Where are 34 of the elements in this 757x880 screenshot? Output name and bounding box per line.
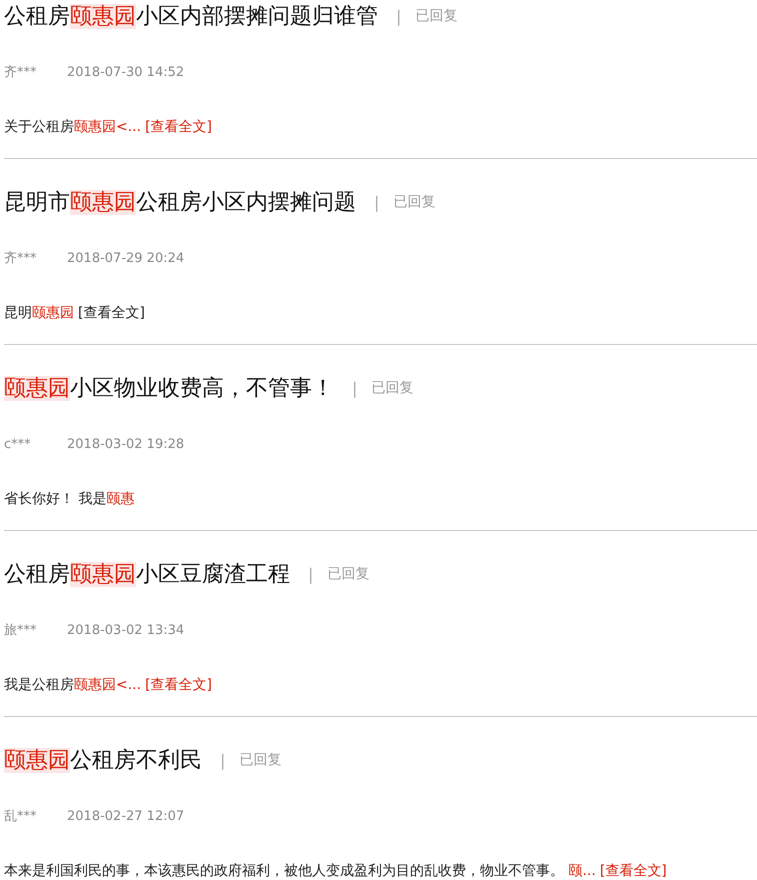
post-excerpt: 昆明颐惠园 [查看全文] (4, 304, 146, 323)
post-title-link[interactable]: 昆明市颐惠园公租房小区内摆摊问题 (4, 187, 356, 217)
read-more-link[interactable]: [查看全文] (600, 863, 667, 879)
separator: | (352, 378, 358, 398)
post-date: 2018-07-30 14:52 (67, 64, 184, 82)
separator: | (374, 192, 380, 212)
reply-status: 已回复 (371, 379, 414, 397)
post-date: 2018-07-29 20:24 (67, 250, 184, 268)
read-more-link[interactable]: [查看全文] (78, 305, 145, 321)
author-name: c*** (4, 436, 32, 454)
post-title-link[interactable]: 颐惠园小区物业收费高，不管事！ (4, 373, 334, 403)
author-name: 齐*** (4, 250, 38, 268)
author-name: 旅*** (4, 622, 38, 640)
post-title-link[interactable]: 公租房颐惠园小区内部摆摊问题归谁管 (4, 1, 378, 31)
read-more-link[interactable]: [查看全文] (145, 119, 212, 135)
separator: | (220, 750, 226, 770)
post-date: 2018-03-02 13:34 (67, 622, 184, 640)
post-excerpt: 关于公租房颐惠园<... [查看全文] (4, 118, 214, 137)
post-date: 2018-03-02 19:28 (67, 436, 184, 454)
post-excerpt: 我是公租房颐惠园<... [查看全文] (4, 676, 214, 695)
separator: | (396, 6, 402, 26)
reply-status: 已回复 (239, 751, 282, 769)
post-title-link[interactable]: 颐惠园公租房不利民 (4, 745, 202, 775)
author-name: 乱*** (4, 808, 38, 826)
author-name: 齐*** (4, 64, 38, 82)
post-title-link[interactable]: 公租房颐惠园小区豆腐渣工程 (4, 559, 290, 589)
read-more-link[interactable]: [查看全文] (145, 677, 212, 693)
post-date: 2018-02-27 12:07 (67, 808, 184, 826)
post-excerpt: 本来是利国利民的事，本该惠民的政府福利，被他人变成盈利为目的乱收费，物业不管事。 颐... [查看全文] (4, 862, 668, 880)
separator: | (308, 564, 314, 584)
post-excerpt: 省长你好！ 我是颐惠 (4, 490, 136, 509)
reply-status: 已回复 (327, 565, 370, 583)
reply-status: 已回复 (415, 7, 458, 25)
reply-status: 已回复 (393, 193, 436, 211)
